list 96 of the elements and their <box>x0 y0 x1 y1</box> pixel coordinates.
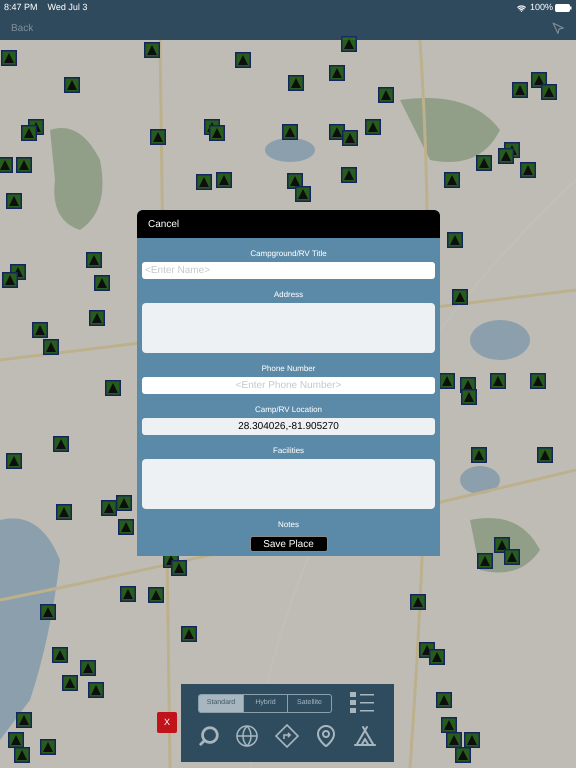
campground-marker-icon[interactable] <box>494 537 510 553</box>
text-field[interactable]: <Enter Name> <box>142 262 435 279</box>
field-label: Facilities <box>272 445 306 457</box>
campground-marker-icon[interactable] <box>530 373 546 389</box>
campground-marker-icon[interactable] <box>342 130 358 146</box>
campground-marker-icon[interactable] <box>216 172 232 188</box>
campground-marker-icon[interactable] <box>464 732 480 748</box>
campground-marker-icon[interactable] <box>56 504 72 520</box>
campground-marker-icon[interactable] <box>8 732 24 748</box>
campground-marker-icon[interactable] <box>6 193 22 209</box>
campground-marker-icon[interactable] <box>512 82 528 98</box>
field-label: Notes <box>277 519 300 531</box>
globe-icon[interactable] <box>235 724 260 748</box>
campground-marker-icon[interactable] <box>0 157 13 173</box>
campground-marker-icon[interactable] <box>171 560 187 576</box>
tent-icon[interactable] <box>353 724 377 748</box>
text-field[interactable]: 28.304026,-81.905270 <box>142 418 435 435</box>
campground-marker-icon[interactable] <box>282 124 298 140</box>
campground-marker-icon[interactable] <box>53 436 69 452</box>
campground-marker-icon[interactable] <box>520 162 536 178</box>
campground-marker-icon[interactable] <box>89 310 105 326</box>
campground-marker-icon[interactable] <box>16 157 32 173</box>
campground-marker-icon[interactable] <box>341 167 357 183</box>
campground-marker-icon[interactable] <box>471 447 487 463</box>
campground-marker-icon[interactable] <box>101 500 117 516</box>
wifi-icon <box>516 4 526 12</box>
field-label: Phone Number <box>260 363 316 375</box>
cancel-button[interactable]: Cancel <box>148 216 180 232</box>
status-date: Wed Jul 3 <box>48 1 88 14</box>
campground-marker-icon[interactable] <box>490 373 506 389</box>
campground-marker-icon[interactable] <box>541 84 557 100</box>
campground-marker-icon[interactable] <box>288 75 304 91</box>
campground-marker-icon[interactable] <box>105 380 121 396</box>
campground-marker-icon[interactable] <box>209 125 225 141</box>
save-place-button[interactable]: Save Place <box>250 536 328 552</box>
campground-marker-icon[interactable] <box>80 660 96 676</box>
location-arrow-icon[interactable] <box>552 22 565 34</box>
campground-marker-icon[interactable] <box>14 747 30 763</box>
campground-marker-icon[interactable] <box>287 173 303 189</box>
campground-marker-icon[interactable] <box>150 129 166 145</box>
campground-marker-icon[interactable] <box>410 594 426 610</box>
campground-marker-icon[interactable] <box>452 289 468 305</box>
campground-marker-icon[interactable] <box>120 586 136 602</box>
campground-marker-icon[interactable] <box>378 87 394 103</box>
list-icon[interactable] <box>350 692 374 714</box>
campground-marker-icon[interactable] <box>196 174 212 190</box>
campground-marker-icon[interactable] <box>436 692 452 708</box>
campground-marker-icon[interactable] <box>1 50 17 66</box>
campground-marker-icon[interactable] <box>118 519 134 535</box>
close-button[interactable]: X <box>157 712 177 733</box>
campground-marker-icon[interactable] <box>94 275 110 291</box>
campground-marker-icon[interactable] <box>40 739 56 755</box>
campground-marker-icon[interactable] <box>365 119 381 135</box>
text-field[interactable]: <Enter Phone Number> <box>142 377 435 394</box>
campground-marker-icon[interactable] <box>43 339 59 355</box>
campground-marker-icon[interactable] <box>295 186 311 202</box>
field-label: Address <box>272 289 304 301</box>
campground-marker-icon[interactable] <box>86 252 102 268</box>
campground-marker-icon[interactable] <box>446 732 462 748</box>
campground-marker-icon[interactable] <box>477 553 493 569</box>
campground-marker-icon[interactable] <box>329 65 345 81</box>
status-time: 8:47 PM <box>4 1 38 14</box>
campground-marker-icon[interactable] <box>429 649 445 665</box>
campground-marker-icon[interactable] <box>2 272 18 288</box>
campground-marker-icon[interactable] <box>498 148 514 164</box>
campground-marker-icon[interactable] <box>455 747 471 763</box>
campground-marker-icon[interactable] <box>116 495 132 511</box>
campground-marker-icon[interactable] <box>476 155 492 171</box>
campground-marker-icon[interactable] <box>32 322 48 338</box>
field-label: Campground/RV Title <box>249 248 328 260</box>
campground-marker-icon[interactable] <box>444 172 460 188</box>
campground-marker-icon[interactable] <box>40 604 56 620</box>
campground-marker-icon[interactable] <box>62 675 78 691</box>
campground-marker-icon[interactable] <box>64 77 80 93</box>
campground-marker-icon[interactable] <box>235 52 251 68</box>
campground-marker-icon[interactable] <box>341 36 357 52</box>
campground-marker-icon[interactable] <box>88 682 104 698</box>
campground-marker-icon[interactable] <box>181 626 197 642</box>
directions-sign-icon[interactable] <box>274 724 298 748</box>
campground-marker-icon[interactable] <box>537 447 553 463</box>
campground-marker-icon[interactable] <box>439 373 455 389</box>
campground-marker-icon[interactable] <box>52 647 68 663</box>
campground-marker-icon[interactable] <box>447 232 463 248</box>
battery-icon <box>555 4 572 12</box>
campground-marker-icon[interactable] <box>16 712 32 728</box>
campground-marker-icon[interactable] <box>21 125 37 141</box>
campground-marker-icon[interactable] <box>531 72 547 88</box>
campground-marker-icon[interactable] <box>504 549 520 565</box>
campground-marker-icon[interactable] <box>144 42 160 58</box>
campground-marker-icon[interactable] <box>148 587 164 603</box>
campground-marker-icon[interactable] <box>441 717 457 733</box>
search-icon[interactable] <box>198 725 220 747</box>
field-label: Camp/RV Location <box>254 404 323 416</box>
campground-marker-icon[interactable] <box>329 124 345 140</box>
campground-marker-icon[interactable] <box>6 453 22 469</box>
battery-level: 100% <box>530 1 553 14</box>
